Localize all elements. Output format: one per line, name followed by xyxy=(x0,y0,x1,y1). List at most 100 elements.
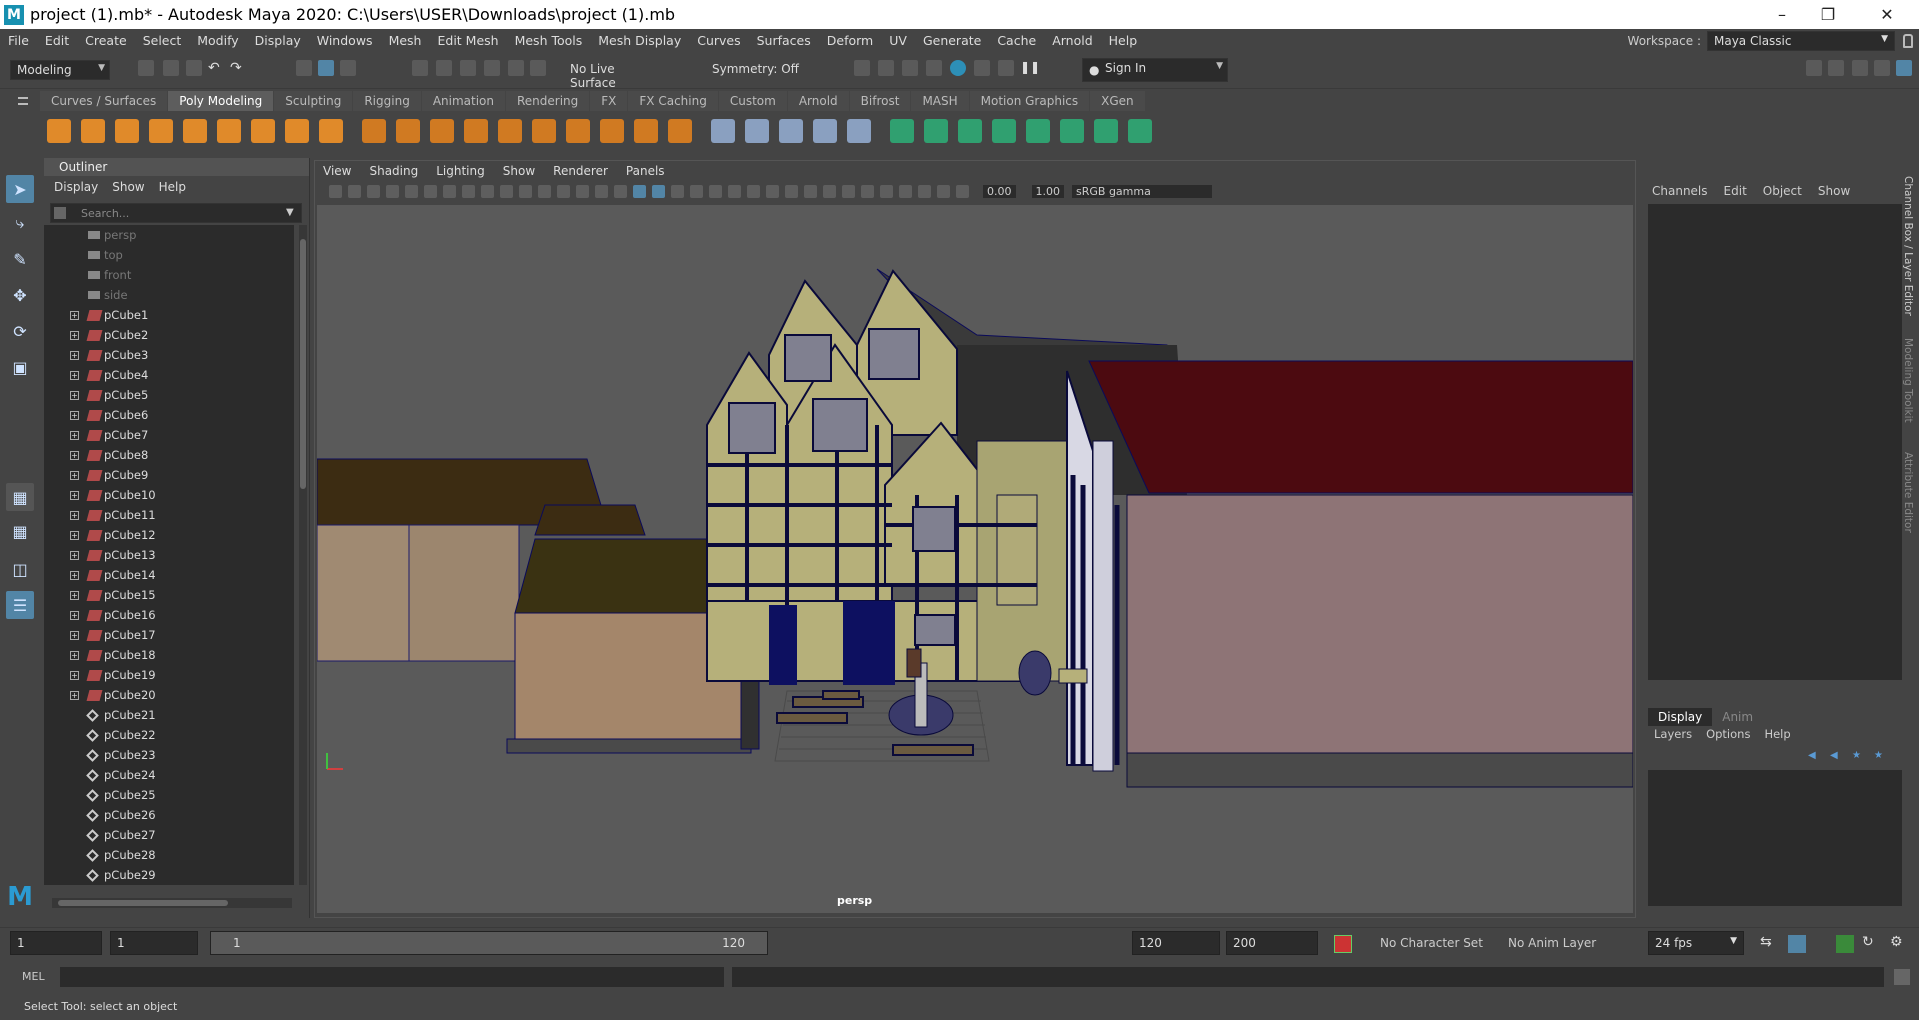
ipr-render-icon[interactable] xyxy=(902,60,918,76)
viewport-menu-lighting[interactable]: Lighting xyxy=(436,164,485,178)
shelf-tab-fx[interactable]: FX xyxy=(590,91,628,111)
menu-help[interactable]: Help xyxy=(1101,33,1146,48)
playback-end-field[interactable]: 120 xyxy=(1132,931,1220,955)
poly-disc-icon[interactable] xyxy=(217,119,241,143)
viewport-tool-icon[interactable] xyxy=(633,184,646,198)
cut-uv-icon[interactable] xyxy=(1094,119,1118,143)
playback-options-icon[interactable] xyxy=(1788,935,1806,953)
side-tab-modeling-toolkit[interactable]: Modeling Toolkit xyxy=(1902,338,1914,423)
separate-icon[interactable] xyxy=(396,119,420,143)
loop-icon[interactable]: ⇆ xyxy=(1760,934,1772,950)
outliner-item[interactable]: + pCube17 xyxy=(44,625,294,645)
shelf-tab-arnold[interactable]: Arnold xyxy=(787,91,849,111)
viewport-tool-icon[interactable] xyxy=(500,184,513,198)
cache-icon[interactable]: ↻ xyxy=(1862,934,1874,950)
outliner-item[interactable]: + pCube16 xyxy=(44,605,294,625)
menu-edit-mesh[interactable]: Edit Mesh xyxy=(429,33,506,48)
snap-surface-icon[interactable] xyxy=(508,60,524,76)
save-scene-icon[interactable] xyxy=(186,60,202,76)
outliner-item[interactable]: + pCube18 xyxy=(44,645,294,665)
viewport-tool-icon[interactable] xyxy=(842,184,855,198)
outliner-item[interactable]: pCube26 xyxy=(44,805,294,825)
expand-icon[interactable]: + xyxy=(70,670,79,680)
end-time-field[interactable]: 200 xyxy=(1226,931,1318,955)
gamma-field[interactable]: 1.00 xyxy=(1031,184,1064,198)
extrude-icon[interactable] xyxy=(634,119,658,143)
viewport-tool-icon[interactable] xyxy=(443,184,456,198)
viewport-tool-icon[interactable] xyxy=(481,184,494,198)
scale-tool-icon[interactable]: ▣ xyxy=(6,353,34,381)
undo-icon[interactable]: ↶ xyxy=(208,60,224,76)
poly-torus-icon[interactable] xyxy=(183,119,207,143)
lasso-tool-icon[interactable]: ⤷ xyxy=(6,209,34,237)
channel-box-menu-show[interactable]: Show xyxy=(1818,184,1850,198)
redo-icon[interactable]: ↷ xyxy=(230,60,246,76)
multicut-icon[interactable] xyxy=(711,119,735,143)
persp-outliner-layout-icon[interactable]: ◫ xyxy=(6,555,34,583)
viewport-menu-view[interactable]: View xyxy=(323,164,351,178)
expand-icon[interactable]: + xyxy=(70,590,79,600)
viewport-tool-icon[interactable] xyxy=(671,184,684,198)
bridge-icon[interactable] xyxy=(600,119,624,143)
viewport-tool-icon[interactable] xyxy=(405,184,418,198)
move-layer-down-icon[interactable]: ◀ xyxy=(1830,750,1844,761)
shelf-tab-rigging[interactable]: Rigging xyxy=(353,91,421,111)
poly-cylinder-icon[interactable] xyxy=(115,119,139,143)
snap-grid-icon[interactable] xyxy=(412,60,428,76)
new-scene-icon[interactable] xyxy=(138,60,154,76)
mirror-icon[interactable] xyxy=(532,119,556,143)
outliner-item[interactable]: persp xyxy=(44,225,294,245)
menu-generate[interactable]: Generate xyxy=(915,33,989,48)
shelf-tab-poly-modeling[interactable]: Poly Modeling xyxy=(168,91,274,111)
viewport-tool-icon[interactable] xyxy=(880,184,893,198)
live-surface-field[interactable]: No Live Surface xyxy=(564,60,670,90)
symmetry-dropdown[interactable]: Symmetry: Off xyxy=(706,60,806,80)
viewport-tool-icon[interactable] xyxy=(709,184,722,198)
paint-select-icon[interactable]: ✎ xyxy=(6,245,34,273)
fps-dropdown[interactable]: 24 fps ▼ xyxy=(1648,931,1744,955)
menu-curves[interactable]: Curves xyxy=(689,33,748,48)
outliner-item[interactable]: + pCube12 xyxy=(44,525,294,545)
viewport-tool-icon[interactable] xyxy=(424,184,437,198)
expand-icon[interactable]: + xyxy=(70,310,79,320)
outliner-item[interactable]: pCube24 xyxy=(44,765,294,785)
select-tool-icon[interactable]: ➤ xyxy=(6,175,34,203)
poly-svg-icon[interactable] xyxy=(319,119,343,143)
viewport-menu-panels[interactable]: Panels xyxy=(626,164,665,178)
range-slider[interactable]: 1 120 xyxy=(210,931,768,955)
menu-set-dropdown[interactable]: Modeling ▼ xyxy=(10,60,110,80)
pause-icon[interactable]: ❚❚ xyxy=(1020,60,1040,76)
outliner-item[interactable]: pCube22 xyxy=(44,725,294,745)
outliner-item[interactable]: + pCube11 xyxy=(44,505,294,525)
viewport-tool-icon[interactable] xyxy=(329,184,342,198)
menu-create[interactable]: Create xyxy=(77,33,135,48)
snap-point-icon[interactable] xyxy=(460,60,476,76)
expand-icon[interactable]: + xyxy=(70,550,79,560)
camera-uv-icon[interactable] xyxy=(992,119,1016,143)
viewport-tool-icon[interactable] xyxy=(519,184,532,198)
menu-select[interactable]: Select xyxy=(135,33,190,48)
outliner-item[interactable]: + pCube9 xyxy=(44,465,294,485)
outliner-item[interactable]: top xyxy=(44,245,294,265)
viewport-tool-icon[interactable] xyxy=(823,184,836,198)
menu-mesh-display[interactable]: Mesh Display xyxy=(590,33,689,48)
outliner-menu-help[interactable]: Help xyxy=(159,180,186,194)
outliner-item[interactable]: + pCube7 xyxy=(44,425,294,445)
menu-display[interactable]: Display xyxy=(247,33,309,48)
layer-list-area[interactable] xyxy=(1648,770,1902,906)
layer-menu-help[interactable]: Help xyxy=(1764,727,1790,741)
viewport-tool-icon[interactable] xyxy=(747,184,760,198)
menu-edit[interactable]: Edit xyxy=(37,33,77,48)
channel-box-menu-edit[interactable]: Edit xyxy=(1724,184,1747,198)
outliner-item[interactable]: pCube28 xyxy=(44,845,294,865)
outliner-menu-show[interactable]: Show xyxy=(112,180,144,194)
outliner-item[interactable]: side xyxy=(44,285,294,305)
menu-file[interactable]: File xyxy=(0,33,37,48)
uv-editor-icon[interactable] xyxy=(890,119,914,143)
select-object-icon[interactable] xyxy=(318,60,334,76)
lock-icon[interactable] xyxy=(1903,34,1913,48)
outliner-item[interactable]: + pCube6 xyxy=(44,405,294,425)
outliner-item[interactable]: pCube21 xyxy=(44,705,294,725)
outliner-item[interactable]: + pCube13 xyxy=(44,545,294,565)
shelf-tab-rendering[interactable]: Rendering xyxy=(506,91,590,111)
